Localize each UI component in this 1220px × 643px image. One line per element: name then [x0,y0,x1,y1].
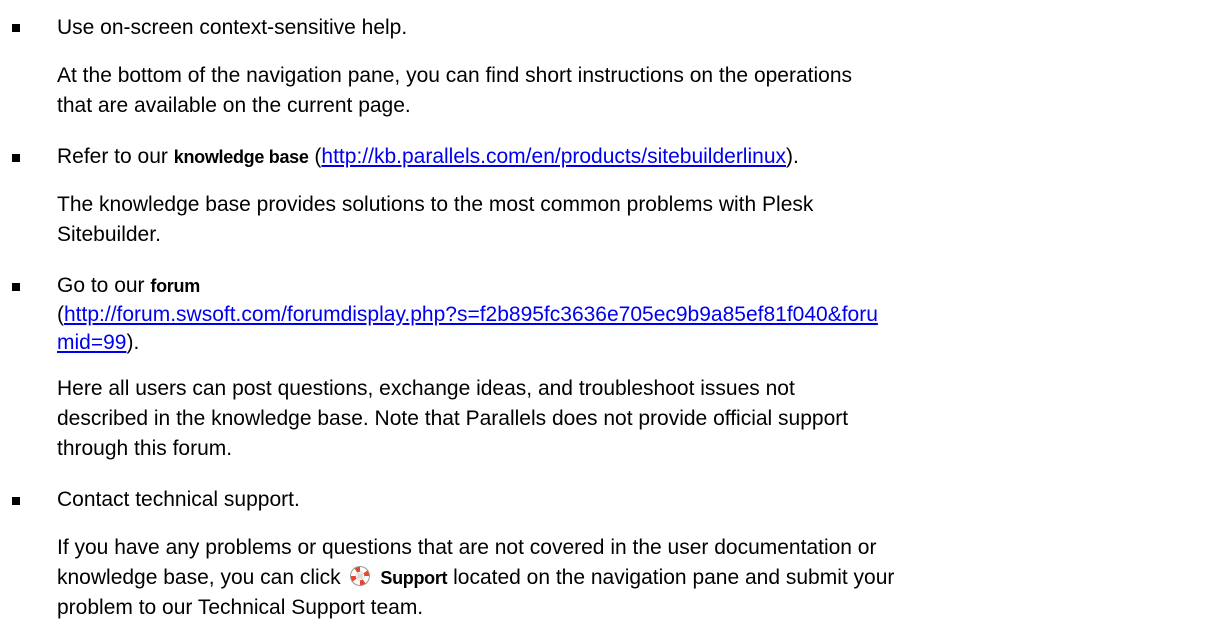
item-description-line: The knowledge base provides solutions to… [57,193,814,216]
paren-open: ( [57,303,64,326]
forum-link[interactable]: http://forum.swsoft.com/forumdisplay.php… [64,303,878,326]
item-lead: Use on-screen context-sensitive help. [57,16,408,39]
item-description-line: At the bottom of the navigation pane, yo… [57,64,853,87]
item-lead: Contact technical support. [57,488,300,511]
paren-close: ). [126,331,140,354]
document-page: Use on-screen context-sensitive help. At… [0,0,1220,643]
item-description-line: problem to our Technical Support team. [57,596,424,619]
lead-prefix: Refer to our [57,145,168,168]
knowledge-base-link[interactable]: http://kb.parallels.com/en/products/site… [321,145,786,168]
lead-prefix: Go to our [57,274,145,297]
item-description-line: If you have any problems or questions th… [57,536,877,559]
forum-link-line: mid=99). [57,329,139,357]
item-description-line: knowledge base, you can click Support lo… [57,564,894,592]
item-lead: Refer to our knowledge base (http://kb.p… [57,143,799,171]
forum-link-line: (http://forum.swsoft.com/forumdisplay.ph… [57,301,878,329]
item-description-line: Sitebuilder. [57,223,161,246]
bullet-icon [12,497,20,505]
bullet-icon [12,154,20,162]
description-prefix: knowledge base, you can click [57,566,341,589]
description-suffix: located on the navigation pane and submi… [453,566,895,589]
forum-label: forum [150,276,200,296]
knowledge-base-label: knowledge base [173,147,309,167]
item-description-line: through this forum. [57,437,233,460]
bullet-icon [12,283,20,291]
item-lead: Go to our forum [57,272,200,300]
item-description-line: that are available on the current page. [57,94,411,117]
support-label: Support [380,568,448,588]
forum-link-continued[interactable]: mid=99 [57,331,126,354]
item-description-line: described in the knowledge base. Note th… [57,407,849,430]
paren-close: ). [786,145,799,168]
lifebuoy-icon [349,565,371,587]
item-description-line: Here all users can post questions, excha… [57,377,795,400]
bullet-icon [12,24,20,32]
